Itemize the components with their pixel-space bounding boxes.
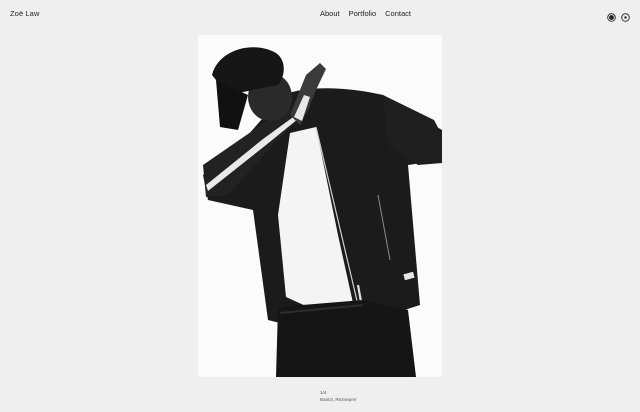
site-logo[interactable]: Zoë Law	[10, 9, 39, 18]
page: Zoë Law About Portfolio Contact 1/4 Bant…	[0, 0, 640, 412]
portfolio-photo[interactable]	[198, 35, 442, 377]
slide-counter: 1/4	[320, 390, 327, 395]
nav-portfolio[interactable]: Portfolio	[349, 9, 377, 18]
photo-credit: Bantzi, Rezneperr	[320, 397, 357, 402]
circle-filled-icon[interactable]	[607, 9, 616, 22]
nav-contact[interactable]: Contact	[385, 9, 411, 18]
social-links	[607, 9, 630, 22]
nav-about[interactable]: About	[320, 9, 340, 18]
circle-dot-icon[interactable]	[621, 9, 630, 22]
portrait-image	[198, 35, 442, 377]
main-nav: About Portfolio Contact	[320, 9, 411, 18]
photo-caption: 1/4 Bantzi, Rezneperr	[320, 389, 357, 403]
